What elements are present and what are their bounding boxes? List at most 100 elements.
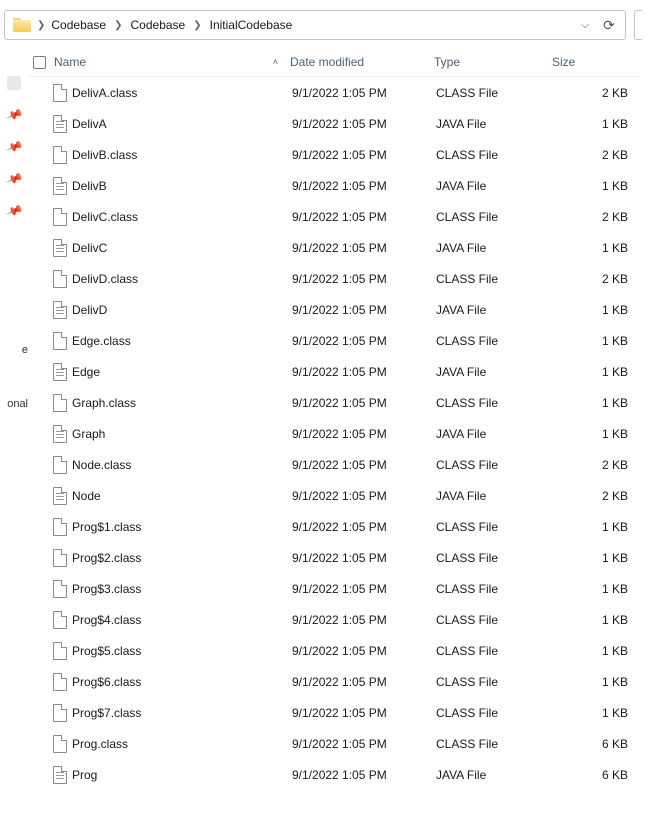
file-size: 1 KB: [554, 303, 640, 317]
file-size: 1 KB: [554, 644, 640, 658]
file-date: 9/1/2022 1:05 PM: [292, 303, 436, 317]
file-type: JAVA File: [436, 117, 554, 131]
file-name: DelivD.class: [70, 272, 292, 286]
table-row[interactable]: DelivC.class9/1/2022 1:05 PMCLASS File2 …: [28, 201, 640, 232]
table-row[interactable]: Prog$5.class9/1/2022 1:05 PMCLASS File1 …: [28, 635, 640, 666]
file-size: 1 KB: [554, 582, 640, 596]
breadcrumb-item[interactable]: InitialCodebase: [206, 14, 297, 36]
file-date: 9/1/2022 1:05 PM: [292, 551, 436, 565]
table-row[interactable]: DelivD9/1/2022 1:05 PMJAVA File1 KB: [28, 294, 640, 325]
breadcrumb-item[interactable]: Codebase: [47, 14, 110, 36]
file-list: Name ˄ Date modified Type Size DelivA.cl…: [28, 48, 646, 812]
table-row[interactable]: Edge9/1/2022 1:05 PMJAVA File1 KB: [28, 356, 640, 387]
file-type: CLASS File: [436, 272, 554, 286]
file-date: 9/1/2022 1:05 PM: [292, 427, 436, 441]
table-row[interactable]: Graph9/1/2022 1:05 PMJAVA File1 KB: [28, 418, 640, 449]
file-type: CLASS File: [436, 458, 554, 472]
file-type: JAVA File: [436, 303, 554, 317]
file-type: CLASS File: [436, 520, 554, 534]
address-bar-row: ❯ Codebase❯Codebase❯InitialCodebase ⌵ ⟳: [0, 0, 646, 48]
select-all-checkbox[interactable]: [33, 56, 46, 69]
file-date: 9/1/2022 1:05 PM: [292, 489, 436, 503]
file-name: DelivC: [70, 241, 292, 255]
table-row[interactable]: Node.class9/1/2022 1:05 PMCLASS File2 KB: [28, 449, 640, 480]
nav-label-fragment[interactable]: e: [0, 344, 28, 356]
file-size: 1 KB: [554, 706, 640, 720]
file-date: 9/1/2022 1:05 PM: [292, 117, 436, 131]
table-row[interactable]: DelivC9/1/2022 1:05 PMJAVA File1 KB: [28, 232, 640, 263]
file-type: CLASS File: [436, 706, 554, 720]
chevron-right-icon[interactable]: ❯: [112, 20, 124, 31]
file-icon: [53, 673, 67, 691]
file-date: 9/1/2022 1:05 PM: [292, 706, 436, 720]
table-row[interactable]: Prog$7.class9/1/2022 1:05 PMCLASS File1 …: [28, 697, 640, 728]
sort-indicator-icon: ˄: [273, 57, 278, 67]
file-icon: [53, 146, 67, 164]
file-date: 9/1/2022 1:05 PM: [292, 86, 436, 100]
chevron-right-icon[interactable]: ❯: [35, 20, 47, 31]
file-name: Graph: [70, 427, 292, 441]
chevron-down-icon[interactable]: ⌵: [573, 20, 597, 31]
file-icon: [53, 611, 67, 629]
table-row[interactable]: Prog$1.class9/1/2022 1:05 PMCLASS File1 …: [28, 511, 640, 542]
table-row[interactable]: Graph.class9/1/2022 1:05 PMCLASS File1 K…: [28, 387, 640, 418]
table-row[interactable]: DelivB.class9/1/2022 1:05 PMCLASS File2 …: [28, 139, 640, 170]
search-box-edge[interactable]: [634, 10, 642, 40]
breadcrumb-item[interactable]: Codebase: [127, 14, 190, 36]
file-size: 6 KB: [554, 768, 640, 782]
file-date: 9/1/2022 1:05 PM: [292, 458, 436, 472]
file-icon: [53, 332, 67, 350]
file-icon: [53, 84, 67, 102]
column-header-name[interactable]: Name ˄: [50, 55, 290, 69]
file-name: Graph.class: [70, 396, 292, 410]
file-type: CLASS File: [436, 86, 554, 100]
file-icon: [53, 487, 67, 505]
file-name: Prog$4.class: [70, 613, 292, 627]
chevron-right-icon[interactable]: ❯: [191, 20, 203, 31]
file-type: JAVA File: [436, 427, 554, 441]
table-row[interactable]: DelivB9/1/2022 1:05 PMJAVA File1 KB: [28, 170, 640, 201]
nav-label-fragment[interactable]: onal: [0, 398, 28, 410]
file-date: 9/1/2022 1:05 PM: [292, 582, 436, 596]
file-type: CLASS File: [436, 675, 554, 689]
table-row[interactable]: Prog9/1/2022 1:05 PMJAVA File6 KB: [28, 759, 640, 790]
file-date: 9/1/2022 1:05 PM: [292, 210, 436, 224]
file-name: DelivD: [70, 303, 292, 317]
column-header-date[interactable]: Date modified: [290, 55, 434, 69]
table-row[interactable]: Edge.class9/1/2022 1:05 PMCLASS File1 KB: [28, 325, 640, 356]
file-rows: DelivA.class9/1/2022 1:05 PMCLASS File2 …: [28, 77, 640, 813]
file-type: CLASS File: [436, 334, 554, 348]
file-size: 2 KB: [554, 148, 640, 162]
table-row[interactable]: Prog$4.class9/1/2022 1:05 PMCLASS File1 …: [28, 604, 640, 635]
table-row[interactable]: Prog$3.class9/1/2022 1:05 PMCLASS File1 …: [28, 573, 640, 604]
file-size: 1 KB: [554, 675, 640, 689]
table-row[interactable]: Prog$2.class9/1/2022 1:05 PMCLASS File1 …: [28, 542, 640, 573]
file-name: Node: [70, 489, 292, 503]
column-header-size[interactable]: Size: [552, 55, 640, 69]
file-size: 1 KB: [554, 117, 640, 131]
nav-pane-edge: 📌 📌 📌 📌 e onal: [0, 48, 28, 812]
column-header-label: Date modified: [290, 55, 364, 69]
file-name: Edge: [70, 365, 292, 379]
file-date: 9/1/2022 1:05 PM: [292, 644, 436, 658]
file-icon: [53, 425, 67, 443]
file-icon: [53, 115, 67, 133]
file-size: 1 KB: [554, 520, 640, 534]
file-name: Prog$3.class: [70, 582, 292, 596]
file-icon: [53, 208, 67, 226]
table-row[interactable]: DelivA.class9/1/2022 1:05 PMCLASS File2 …: [28, 77, 640, 108]
file-size: 1 KB: [554, 241, 640, 255]
table-row[interactable]: Prog.class9/1/2022 1:05 PMCLASS File6 KB: [28, 728, 640, 759]
table-row[interactable]: Node9/1/2022 1:05 PMJAVA File2 KB: [28, 480, 640, 511]
column-header-type[interactable]: Type: [434, 55, 552, 69]
address-bar[interactable]: ❯ Codebase❯Codebase❯InitialCodebase ⌵ ⟳: [4, 10, 626, 40]
file-date: 9/1/2022 1:05 PM: [292, 334, 436, 348]
file-date: 9/1/2022 1:05 PM: [292, 241, 436, 255]
column-header-label: Size: [552, 55, 575, 69]
table-row[interactable]: Prog$6.class9/1/2022 1:05 PMCLASS File1 …: [28, 666, 640, 697]
file-size: 1 KB: [554, 179, 640, 193]
table-row[interactable]: DelivD.class9/1/2022 1:05 PMCLASS File2 …: [28, 263, 640, 294]
refresh-icon[interactable]: ⟳: [597, 17, 621, 34]
file-icon: [53, 549, 67, 567]
table-row[interactable]: DelivA9/1/2022 1:05 PMJAVA File1 KB: [28, 108, 640, 139]
